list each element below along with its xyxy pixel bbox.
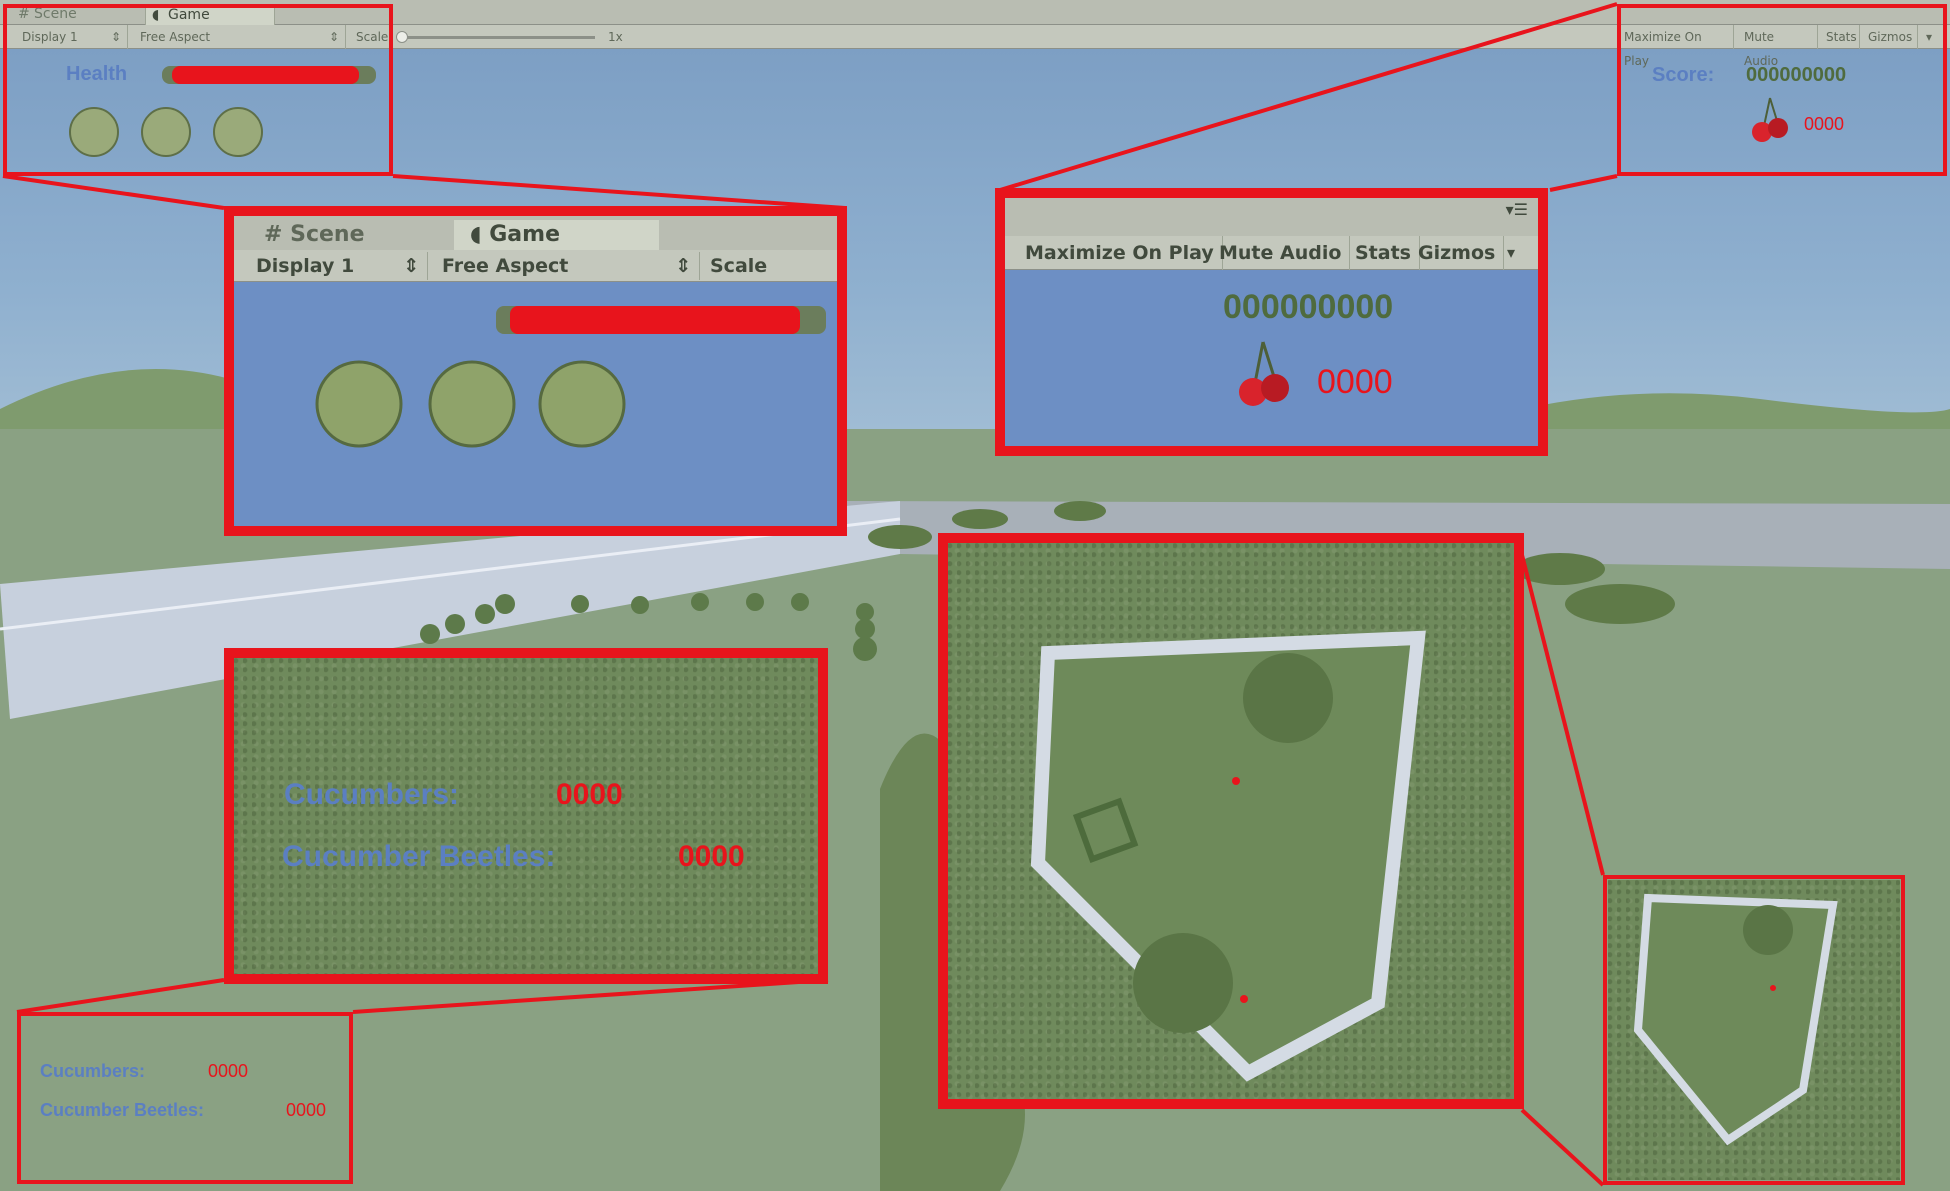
zoom-life-heads [315, 360, 626, 448]
garden-bush [1133, 933, 1233, 1033]
zoom-cucumbers-label: Cucumbers: [284, 778, 460, 811]
zoom-health-bar [496, 306, 826, 334]
zoom-tab-bar: # Scene ◖ Game [234, 216, 837, 250]
zoom-cucumbers-value: 0000 [556, 778, 623, 811]
zoom-tab-game-label: Game [489, 222, 560, 247]
zoom-aspect-value: Free Aspect [442, 255, 569, 277]
zoom-score-value: 000000000 [1223, 288, 1394, 326]
zoom-scale-label: Scale [710, 255, 768, 277]
zoom-beetles-label: Cucumber Beetles: [282, 840, 556, 873]
zoom-tab-game: ◖ Game [454, 220, 659, 250]
zoom-cherry-icon [1239, 341, 1289, 406]
zoom-health-bar-fill [510, 306, 800, 334]
zoom-toolbar: Display 1 ⇕ Free Aspect ⇕ Scale [234, 250, 837, 282]
life-head-icon [538, 360, 626, 448]
zoom-gizmos-button: Gizmos [1410, 236, 1505, 270]
zoom-cherry-count: 0000 [1317, 363, 1393, 401]
zoom-aspect-select: Free Aspect ⇕ [434, 252, 700, 280]
zoom-mute-button: Mute Audio [1211, 236, 1351, 270]
zoom-score-panel: ▾☰ Maximize On Play Mute Audio Stats Giz… [995, 188, 1548, 456]
life-head-icon [315, 360, 403, 448]
zoom-tab-scene: # Scene [264, 222, 364, 247]
zoom-maximize-button: Maximize On Play [1017, 236, 1223, 270]
zoom-display-select: Display 1 ⇕ [256, 252, 428, 280]
zoom-gizmos-dropdown-icon: ▾ [1507, 243, 1516, 262]
life-head-icon [428, 360, 516, 448]
zoom-minimap-panel [938, 533, 1524, 1109]
zoom-beetles-value: 0000 [678, 840, 745, 873]
grid-icon: # [264, 222, 291, 247]
zoom-health-panel: # Scene ◖ Game Display 1 ⇕ Free Aspect ⇕ S… [224, 206, 847, 536]
zoom-score-toolbar: Maximize On Play Mute Audio Stats Gizmos… [1005, 236, 1538, 270]
updown-icon: ⇕ [403, 255, 419, 277]
zoom-tab-scene-label: Scene [290, 222, 365, 247]
garden-bush [1243, 653, 1333, 743]
panel-menu-icon: ▾☰ [1505, 200, 1528, 219]
updown-icon: ⇕ [675, 255, 691, 277]
minimap-marker [1240, 995, 1248, 1003]
pacman-icon: ◖ [470, 222, 490, 247]
zoom-minimap-layout [1030, 630, 1426, 1082]
zoom-score-header: ▾☰ [1005, 198, 1538, 236]
zoom-counters-panel: Cucumbers: 0000 Cucumber Beetles: 0000 [224, 648, 828, 984]
minimap-marker [1232, 777, 1240, 785]
zoom-display-value: Display 1 [256, 255, 355, 277]
